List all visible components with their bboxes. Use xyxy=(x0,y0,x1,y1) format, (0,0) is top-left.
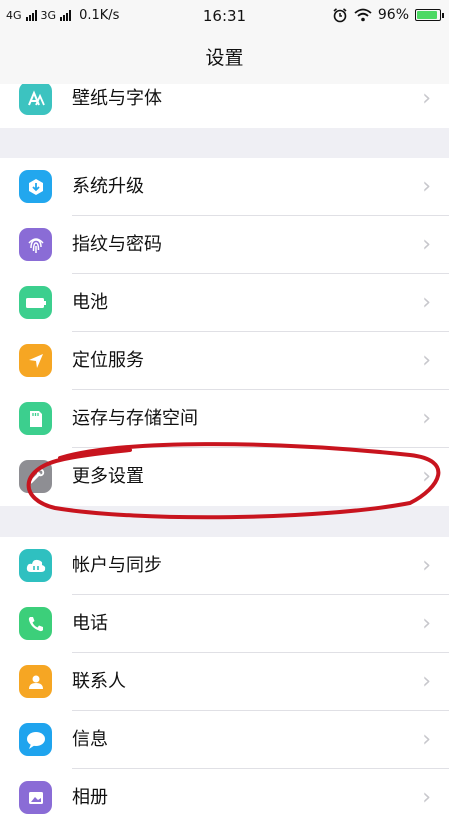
chevron-right-icon: › xyxy=(422,727,431,752)
settings-row-label: 定位服务 xyxy=(72,350,144,371)
phone-icon xyxy=(19,607,52,640)
page-title: 设置 xyxy=(0,32,449,84)
settings-row-label: 更多设置 xyxy=(72,466,144,487)
storage-icon xyxy=(19,402,52,435)
settings-group-apps: 帐户与同步 › 电话 › 联系人 › 信息 › 相册 › xyxy=(0,537,449,827)
settings-row-phone[interactable]: 电话 › xyxy=(0,595,449,653)
contacts-icon xyxy=(19,665,52,698)
more-settings-icon xyxy=(19,460,52,493)
album-icon xyxy=(19,781,52,814)
settings-row-label: 信息 xyxy=(72,729,108,750)
cloud-sync-icon xyxy=(19,549,52,582)
status-bar: 4G 3G 0.1K/s 16:31 96% xyxy=(0,0,449,32)
chevron-right-icon: › xyxy=(422,669,431,694)
system-update-icon xyxy=(19,170,52,203)
settings-row-label: 帐户与同步 xyxy=(72,555,162,576)
settings-row-label: 相册 xyxy=(72,787,108,808)
message-icon xyxy=(19,723,52,756)
chevron-right-icon: › xyxy=(422,553,431,578)
location-icon xyxy=(19,344,52,377)
wifi-icon xyxy=(354,8,372,22)
chevron-right-icon: › xyxy=(422,174,431,199)
settings-row-label: 系统升级 xyxy=(72,176,144,197)
settings-row-label: 电池 xyxy=(72,292,108,313)
chevron-right-icon: › xyxy=(422,290,431,315)
fingerprint-icon xyxy=(19,228,52,261)
settings-row-battery[interactable]: 电池 › xyxy=(0,274,449,332)
alarm-icon xyxy=(333,8,347,23)
settings-row-album[interactable]: 相册 › xyxy=(0,769,449,827)
settings-row-fingerprint[interactable]: 指纹与密码 › xyxy=(0,216,449,274)
battery-indicator-icon xyxy=(415,9,444,21)
wallpaper-font-icon xyxy=(19,82,52,115)
chevron-right-icon: › xyxy=(422,232,431,257)
settings-row-cloud-sync[interactable]: 帐户与同步 › xyxy=(0,537,449,595)
settings-row-label: 运存与存储空间 xyxy=(72,408,198,429)
chevron-right-icon: › xyxy=(422,611,431,636)
settings-row-message[interactable]: 信息 › xyxy=(0,711,449,769)
settings-group-system: 系统升级 › 指纹与密码 › 电池 › 定位服务 › 运存与存储空间 › 更多设置 › xyxy=(0,158,449,506)
battery-icon xyxy=(19,286,52,319)
chevron-right-icon: › xyxy=(422,348,431,373)
settings-row-label: 联系人 xyxy=(72,671,126,692)
settings-row-system-update[interactable]: 系统升级 › xyxy=(0,158,449,216)
settings-row-storage[interactable]: 运存与存储空间 › xyxy=(0,390,449,448)
chevron-right-icon: › xyxy=(422,406,431,431)
settings-row-more-settings[interactable]: 更多设置 › xyxy=(0,448,449,506)
chevron-right-icon: › xyxy=(422,464,431,489)
settings-row-label: 电话 xyxy=(72,613,108,634)
settings-row-contacts[interactable]: 联系人 › xyxy=(0,653,449,711)
chevron-right-icon: › xyxy=(422,785,431,810)
battery-percent: 96% xyxy=(377,7,409,23)
settings-row-label: 指纹与密码 xyxy=(72,234,162,255)
settings-row-location[interactable]: 定位服务 › xyxy=(0,332,449,390)
status-right: 96% xyxy=(332,7,444,23)
